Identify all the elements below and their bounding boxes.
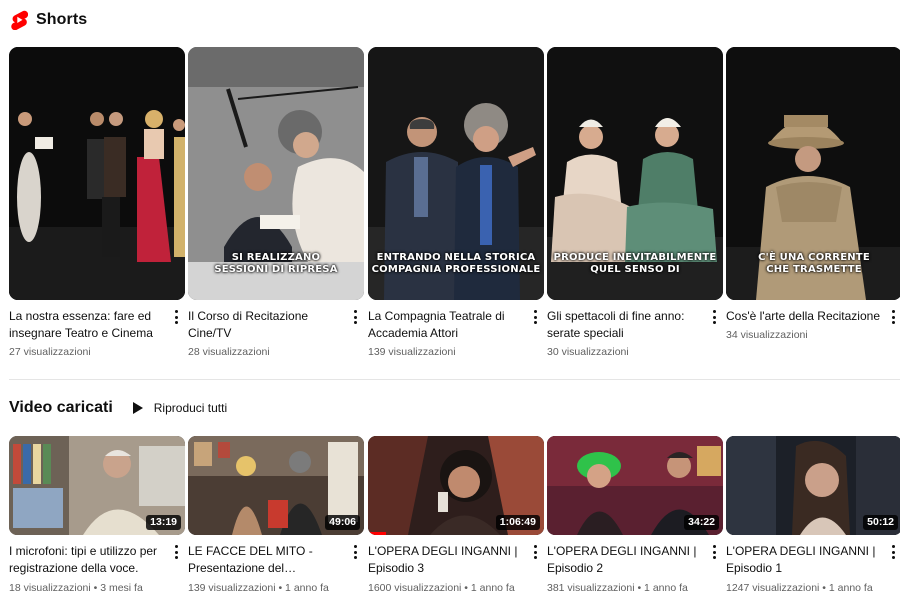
short-views: 30 visualizzazioni (547, 346, 629, 358)
uploads-shelf: 13:19 I microfoni: tipi e utilizzo per r… (9, 436, 900, 600)
short-title[interactable]: La nostra essenza: fare ed insegnare Tea… (9, 308, 167, 342)
short-card[interactable]: C'È UNA CORRENTE CHE TRASMETTE Cos'è l'a… (726, 47, 900, 341)
play-all-button[interactable]: Riproduci tutti (132, 401, 228, 415)
short-thumbnail[interactable]: C'È UNA CORRENTE CHE TRASMETTE (726, 47, 900, 300)
video-title[interactable]: I microfoni: tipi e utilizzo per registr… (9, 543, 167, 577)
video-card[interactable]: 13:19 I microfoni: tipi e utilizzo per r… (9, 436, 185, 594)
more-actions-icon[interactable] (350, 544, 360, 560)
video-title[interactable]: L'OPERA DEGLI INGANNI | Episodio 2 (547, 543, 705, 577)
more-actions-icon[interactable] (709, 544, 719, 560)
short-title[interactable]: La Compagnia Teatrale di Accademia Attor… (368, 308, 526, 342)
short-meta: Gli spettacoli di fine anno: serate spec… (547, 308, 723, 358)
uploads-section-title[interactable]: Video caricati (9, 399, 113, 417)
video-title[interactable]: L'OPERA DEGLI INGANNI | Episodio 1 (726, 543, 884, 577)
short-caption: C'È UNA CORRENTE CHE TRASMETTE (758, 252, 870, 275)
short-thumbnail[interactable]: PRODUCE INEVITABILMENTE QUEL SENSO DI (547, 47, 723, 300)
more-actions-icon[interactable] (530, 309, 540, 325)
video-meta: LE FACCE DEL MITO - Presentazione del… 1… (188, 543, 364, 594)
short-views: 139 visualizzazioni (368, 346, 456, 358)
video-card[interactable]: 49:06 LE FACCE DEL MITO - Presentazione … (188, 436, 364, 594)
video-stats: 1600 visualizzazioni • 1 anno fa (368, 582, 515, 594)
short-meta: La nostra essenza: fare ed insegnare Tea… (9, 308, 185, 358)
short-meta: Il Corso di Recitazione Cine/TV 28 visua… (188, 308, 364, 358)
watch-progress-bar (368, 532, 386, 535)
video-thumbnail[interactable]: 50:12 (726, 436, 900, 535)
short-caption: PRODUCE INEVITABILMENTE QUEL SENSO DI (553, 252, 717, 275)
more-actions-icon[interactable] (350, 309, 360, 325)
short-card[interactable]: SI REALIZZANO SESSIONI DI RIPRESA Il Cor… (188, 47, 364, 358)
short-views: 28 visualizzazioni (188, 346, 270, 358)
video-meta: L'OPERA DEGLI INGANNI | Episodio 2 381 v… (547, 543, 723, 594)
video-stats: 18 visualizzazioni • 3 mesi fa (9, 582, 143, 594)
video-duration: 13:19 (146, 515, 181, 530)
video-title[interactable]: LE FACCE DEL MITO - Presentazione del… (188, 543, 346, 577)
youtube-shorts-icon (11, 10, 28, 30)
short-card[interactable]: ENTRANDO NELLA STORICA COMPAGNIA PROFESS… (368, 47, 544, 358)
video-stats: 381 visualizzazioni • 1 anno fa (547, 582, 688, 594)
video-thumbnail[interactable]: 1:06:49 (368, 436, 544, 535)
short-title[interactable]: Il Corso di Recitazione Cine/TV (188, 308, 346, 342)
video-stats: 1247 visualizzazioni • 1 anno fa (726, 582, 873, 594)
video-thumbnail[interactable]: 49:06 (188, 436, 364, 535)
short-meta: La Compagnia Teatrale di Accademia Attor… (368, 308, 544, 358)
video-card[interactable]: 50:12 L'OPERA DEGLI INGANNI | Episodio 1… (726, 436, 900, 594)
video-meta: I microfoni: tipi e utilizzo per registr… (9, 543, 185, 594)
video-thumbnail[interactable]: 13:19 (9, 436, 185, 535)
short-thumbnail[interactable]: ENTRANDO NELLA STORICA COMPAGNIA PROFESS… (368, 47, 544, 300)
short-thumbnail[interactable]: SI REALIZZANO SESSIONI DI RIPRESA (188, 47, 364, 300)
more-actions-icon[interactable] (171, 544, 181, 560)
short-thumbnail[interactable] (9, 47, 185, 300)
short-title[interactable]: Gli spettacoli di fine anno: serate spec… (547, 308, 705, 342)
video-duration: 1:06:49 (495, 515, 540, 530)
more-actions-icon[interactable] (888, 309, 898, 325)
video-duration: 49:06 (325, 515, 360, 530)
short-card[interactable]: PRODUCE INEVITABILMENTE QUEL SENSO DI Gl… (547, 47, 723, 358)
video-duration: 34:22 (684, 515, 719, 530)
shorts-section-title: Shorts (36, 11, 88, 28)
shorts-shelf: La nostra essenza: fare ed insegnare Tea… (9, 47, 900, 367)
video-thumbnail[interactable]: 34:22 (547, 436, 723, 535)
short-card[interactable]: La nostra essenza: fare ed insegnare Tea… (9, 47, 185, 358)
video-card[interactable]: 34:22 L'OPERA DEGLI INGANNI | Episodio 2… (547, 436, 723, 594)
video-meta: L'OPERA DEGLI INGANNI | Episodio 1 1247 … (726, 543, 900, 594)
more-actions-icon[interactable] (888, 544, 898, 560)
short-caption: SI REALIZZANO SESSIONI DI RIPRESA (214, 252, 338, 275)
section-divider (9, 379, 900, 380)
video-meta: L'OPERA DEGLI INGANNI | Episodio 3 1600 … (368, 543, 544, 594)
more-actions-icon[interactable] (171, 309, 181, 325)
play-icon (132, 402, 143, 414)
video-stats: 139 visualizzazioni • 1 anno fa (188, 582, 329, 594)
short-meta: Cos'è l'arte della Recitazione 34 visual… (726, 308, 900, 341)
short-title[interactable]: Cos'è l'arte della Recitazione (726, 308, 884, 325)
play-all-label: Riproduci tutti (153, 401, 228, 415)
more-actions-icon[interactable] (709, 309, 719, 325)
video-duration: 50:12 (863, 515, 898, 530)
short-views: 27 visualizzazioni (9, 346, 91, 358)
more-actions-icon[interactable] (530, 544, 540, 560)
shorts-section-header: Shorts (10, 8, 87, 32)
video-title[interactable]: L'OPERA DEGLI INGANNI | Episodio 3 (368, 543, 526, 577)
short-views: 34 visualizzazioni (726, 329, 808, 341)
video-card[interactable]: 1:06:49 L'OPERA DEGLI INGANNI | Episodio… (368, 436, 544, 594)
uploads-section-header: Video caricati Riproduci tutti (9, 397, 227, 419)
short-caption: ENTRANDO NELLA STORICA COMPAGNIA PROFESS… (371, 252, 541, 275)
